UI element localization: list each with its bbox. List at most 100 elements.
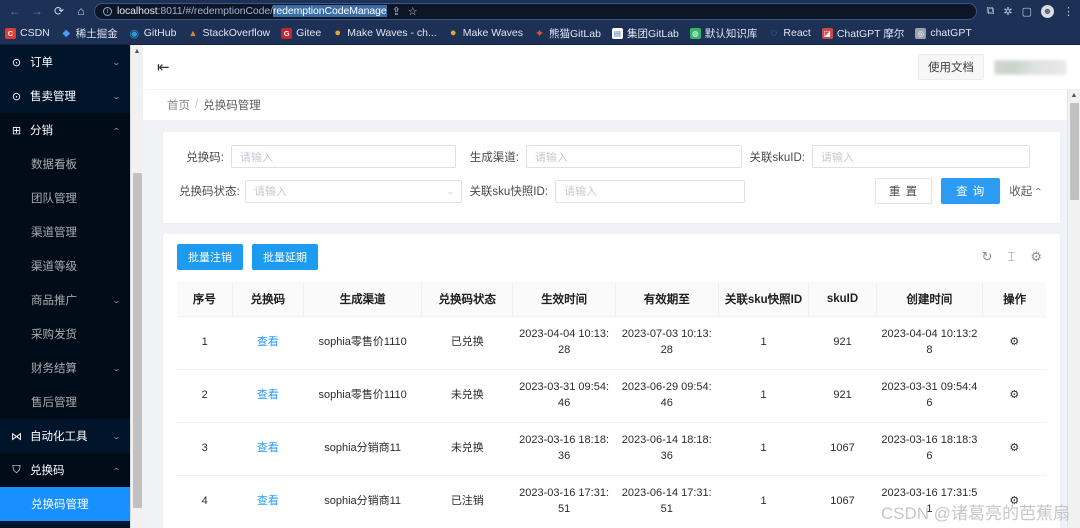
bookmark-item[interactable]: C CSDN (5, 27, 50, 39)
bookmark-item[interactable]: ● Make Waves - ch... (332, 27, 436, 39)
row-settings-gear-icon[interactable]: ⚙ (982, 316, 1046, 370)
sidebar-item-redemption-code-management[interactable]: 兑换码管理 (0, 487, 130, 521)
sidebar-item-team-management[interactable]: 团队管理 (0, 181, 130, 215)
sidebar-item-aftersales-management[interactable]: 售后管理 (0, 385, 130, 419)
page-scrollbar-left[interactable]: ▲ (130, 45, 143, 528)
sidebar-item-label: 团队管理 (31, 193, 77, 205)
page-scrollbar-right[interactable]: ▲ (1067, 89, 1080, 528)
view-link[interactable]: 查看 (257, 442, 279, 454)
address-bar[interactable]: i localhost:8011/#/redemptionCode/redemp… (94, 2, 977, 20)
bookmarks-bar: C CSDN ◆ 稀土掘金 ◉ GitHub ▲ StackOverflow G Gite… (0, 22, 1080, 45)
reload-icon[interactable]: ⟳ (50, 2, 68, 20)
refresh-icon[interactable]: ↻ (982, 249, 993, 265)
profile-avatar-icon[interactable]: ☻ (1041, 4, 1054, 18)
cell-expires: 2023-06-29 09:54:46 (615, 369, 719, 423)
table-row[interactable]: 1 查看 sophia零售价1110 已兑换 2023-04-04 10:13:… (177, 316, 1046, 370)
collapse-filters-button[interactable]: 收起 ⌃ (1009, 183, 1044, 199)
tab-group-icon[interactable]: ⧉ (987, 5, 995, 18)
input-placeholder: 请输入 (564, 186, 597, 198)
bookmark-label: chatGPT (930, 27, 972, 39)
redemption-code-input[interactable]: 请输入 (231, 145, 456, 168)
view-link[interactable]: 查看 (257, 389, 279, 401)
select-placeholder: 请输入 (254, 186, 287, 198)
batch-cancel-button[interactable]: 批量注销 (177, 244, 243, 270)
batch-extend-button[interactable]: 批量延期 (252, 244, 318, 270)
favicon-icon: ▤ (611, 27, 623, 39)
column-header-index: 序号 (177, 282, 233, 317)
table-row[interactable]: 3 查看 sophia分销商11 未兑换 2023-03-16 18:18:36… (177, 422, 1046, 476)
sidebar-item-product-promotion[interactable]: 商品推广 ⌄ (0, 283, 130, 317)
view-link[interactable]: 查看 (257, 495, 279, 507)
generation-channel-input[interactable]: 请输入 (526, 145, 742, 168)
bookmark-item[interactable]: ◌ React (768, 27, 811, 39)
scrollbar-thumb[interactable] (133, 173, 142, 508)
density-icon[interactable]: ⌶ (1008, 249, 1016, 265)
cell-effective: 2023-03-31 09:54:46 (512, 369, 616, 423)
side-panel-icon[interactable]: ▢ (1022, 5, 1032, 18)
main-content: ⇤ 使用文档 首页 / 兑换码管理 兑换码: 请输入 生成渠道: 请输入 关联s… (143, 45, 1080, 528)
scroll-up-arrow-icon[interactable]: ▲ (1068, 89, 1080, 102)
sidebar-item-purchase-shipping[interactable]: 采购发货 (0, 317, 130, 351)
sidebar-collapse-icon[interactable]: ⇤ (157, 58, 170, 76)
linked-skuid-input[interactable]: 请输入 (812, 145, 1030, 168)
cell-channel: sophia分销商11 (303, 422, 422, 476)
view-link[interactable]: 查看 (257, 336, 279, 348)
row-settings-gear-icon[interactable]: ⚙ (982, 475, 1046, 528)
filter-field-redemption-code: 兑换码: 请输入 (179, 145, 456, 168)
breadcrumb-home[interactable]: 首页 (167, 97, 190, 113)
column-header-expires: 有效期至 (615, 282, 719, 317)
favicon-icon: ● (334, 27, 342, 39)
sidebar-item-automation-tools[interactable]: ⋈ 自动化工具 ⌄ (0, 419, 130, 453)
scrollbar-thumb[interactable] (1070, 103, 1079, 200)
table-card: 批量注销 批量延期 ↻ ⌶ ⚙ 序号 兑换码 生成渠道 兑换码状态 生效时间 有… (163, 234, 1060, 528)
bookmark-item[interactable]: ◆ 稀土掘金 (61, 26, 117, 41)
bookmark-item[interactable]: G Gitee (281, 27, 321, 39)
field-label: 兑换码状态: (179, 186, 240, 198)
usage-docs-button[interactable]: 使用文档 (918, 54, 984, 80)
extensions-icon[interactable]: ✲ (1003, 5, 1012, 18)
table-header-row: 序号 兑换码 生成渠道 兑换码状态 生效时间 有效期至 关联sku快照ID sk… (177, 282, 1046, 317)
table-row[interactable]: 4 查看 sophia分销商11 已注销 2023-03-16 17:31:51… (177, 475, 1046, 528)
table-row[interactable]: 2 查看 sophia零售价1110 未兑换 2023-03-31 09:54:… (177, 369, 1046, 423)
share-icon[interactable]: ⇪ (392, 5, 401, 18)
filter-field-generation-channel: 生成渠道: 请输入 (456, 145, 742, 168)
bookmark-item[interactable]: ✦ 熊猫GitLab (534, 26, 601, 41)
sidebar-item-financial-settlement[interactable]: 财务结算 ⌄ (0, 351, 130, 385)
chevron-up-icon: ⌄ (112, 465, 122, 475)
bookmark-item[interactable]: ▤ 集团GitLab (611, 26, 679, 41)
sales-icon: ⊙ (11, 90, 22, 103)
site-info-icon[interactable]: i (103, 6, 112, 16)
chevron-up-icon: ⌃ (1034, 186, 1044, 196)
favicon-icon: C (5, 27, 16, 39)
bookmark-item[interactable]: ◪ ChatGPT 摩尔 (821, 26, 904, 41)
cell-created: 2023-03-16 17:31:51 (876, 475, 983, 528)
sidebar-item-sales-management[interactable]: ⊙ 售卖管理 ⌄ (0, 79, 130, 113)
bookmark-item[interactable]: ◍ 默认知识库 (689, 26, 757, 41)
bookmark-item[interactable]: ◎ chatGPT (915, 27, 972, 39)
scroll-up-arrow-icon[interactable]: ▲ (131, 45, 143, 58)
forward-icon[interactable]: → (28, 2, 46, 20)
sidebar-item-channel-management[interactable]: 渠道管理 (0, 215, 130, 249)
row-settings-gear-icon[interactable]: ⚙ (982, 422, 1046, 476)
home-icon[interactable]: ⌂ (72, 2, 90, 20)
sidebar-item-orders[interactable]: ⊙ 订单 ⌄ (0, 45, 130, 79)
cell-skuid: 921 (808, 316, 877, 370)
reset-button[interactable]: 重 置 (874, 178, 933, 204)
user-account-redacted[interactable] (994, 59, 1066, 75)
bookmark-item[interactable]: ▲ StackOverflow (187, 27, 270, 39)
sidebar-item-data-dashboard[interactable]: 数据看板 (0, 147, 130, 181)
code-status-select[interactable]: 请输入 ⌄ (245, 179, 462, 203)
sidebar-item-redemption-code[interactable]: ⛉ 兑换码 ⌄ (0, 453, 130, 487)
row-settings-gear-icon[interactable]: ⚙ (982, 369, 1046, 423)
bookmark-star-icon[interactable]: ☆ (408, 5, 418, 18)
cell-snapshot-id: 1 (718, 369, 809, 423)
chrome-menu-icon[interactable]: ⋮ (1063, 5, 1074, 18)
sku-snapshot-id-input[interactable]: 请输入 (555, 179, 745, 203)
query-button[interactable]: 查 询 (941, 178, 1001, 204)
back-icon[interactable]: ← (6, 2, 24, 20)
settings-gear-icon[interactable]: ⚙ (1030, 249, 1042, 265)
sidebar-item-distribution[interactable]: ⊞ 分销 ⌄ (0, 113, 130, 147)
sidebar-item-channel-level[interactable]: 渠道等级 (0, 249, 130, 283)
bookmark-item[interactable]: ◉ GitHub (129, 27, 176, 40)
bookmark-item[interactable]: ● Make Waves (448, 27, 523, 39)
